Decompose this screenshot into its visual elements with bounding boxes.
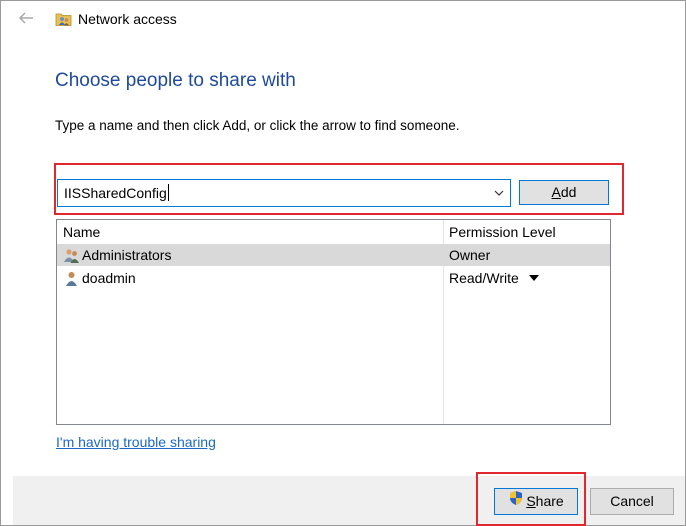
add-button[interactable]: Add: [519, 180, 609, 205]
back-arrow-icon[interactable]: [16, 8, 38, 28]
network-share-icon: [55, 10, 72, 27]
window-title: Network access: [78, 11, 177, 27]
page-heading: Choose people to share with: [55, 70, 296, 91]
list-row-administrators[interactable]: Administrators Owner: [57, 244, 610, 266]
row-permission: Owner: [449, 247, 491, 263]
uac-shield-icon: [508, 489, 524, 514]
share-button-label: hare: [535, 493, 564, 509]
row-name: doadmin: [82, 270, 136, 286]
permission-dropdown-icon[interactable]: [529, 275, 539, 281]
name-input-value: IISSharedConfig: [64, 185, 167, 201]
cancel-button[interactable]: Cancel: [590, 488, 674, 515]
name-combo-input[interactable]: IISSharedConfig: [57, 179, 511, 207]
instructions-text: Type a name and then click Add, or click…: [55, 118, 460, 133]
share-list[interactable]: Name Permission Level Administrators Own…: [56, 219, 611, 425]
group-users-icon: [63, 247, 80, 264]
trouble-sharing-link[interactable]: I'm having trouble sharing: [56, 433, 216, 451]
row-permission[interactable]: Read/Write: [449, 269, 519, 287]
add-button-mnemonic: A: [551, 184, 561, 200]
list-row-doadmin[interactable]: doadmin Read/Write: [57, 267, 610, 289]
column-header-name[interactable]: Name: [63, 223, 100, 241]
user-icon: [63, 270, 80, 287]
share-button[interactable]: Share: [494, 488, 578, 515]
add-button-label: dd: [560, 184, 577, 200]
chevron-down-icon[interactable]: [492, 186, 506, 200]
text-cursor: [167, 184, 169, 201]
title-bar: Network access: [0, 0, 686, 38]
share-button-mnemonic: S: [526, 493, 536, 509]
row-name: Administrators: [82, 247, 172, 263]
column-header-permission[interactable]: Permission Level: [449, 223, 556, 241]
